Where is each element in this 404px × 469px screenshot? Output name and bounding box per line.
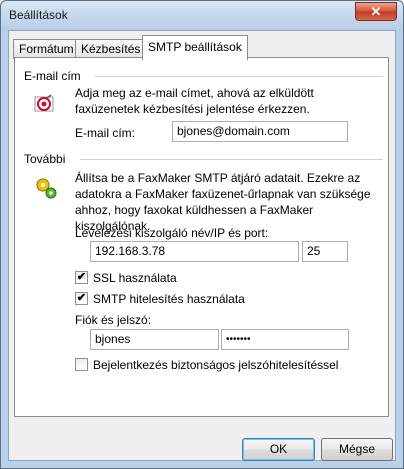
server-address-field[interactable]: 192.168.3.78 (90, 241, 299, 262)
settings-dialog: Beállítások ✕ Formátum Kézbesítés SMTP b… (0, 0, 404, 469)
ssl-label: SSL használata (93, 271, 177, 285)
gears-icon (36, 178, 57, 199)
target-mail-icon (34, 94, 54, 112)
ssl-checkbox[interactable]: ✔ (75, 271, 88, 284)
smtp-auth-label: SMTP hitelesítés használata (93, 292, 245, 306)
email-field-label: E-mail cím: (75, 126, 135, 140)
account-label: Fiók és jelszó: (75, 313, 152, 327)
close-button[interactable]: ✕ (355, 2, 397, 21)
account-field[interactable]: bjones (90, 329, 219, 350)
tab-format[interactable]: Formátum (13, 39, 80, 59)
smtp-auth-checkbox[interactable]: ✔ (75, 292, 88, 305)
window-title: Beállítások (9, 8, 68, 22)
email-section-heading: E-mail cím (24, 69, 81, 83)
tab-delivery[interactable]: Kézbesítés (75, 39, 147, 59)
password-field[interactable]: ••••••• (221, 329, 349, 350)
more-section-heading: További (24, 152, 66, 166)
server-label: Levelezési kiszolgáló név/IP és port: (75, 226, 269, 240)
cancel-button[interactable]: Mégse (321, 438, 393, 461)
tab-smtp-settings[interactable]: SMTP beállítások (142, 35, 248, 60)
secure-auth-label: Bejelentkezés biztonságos jelszóhitelesí… (93, 358, 339, 372)
title-bar[interactable]: Beállítások ✕ (1, 1, 403, 31)
ok-button[interactable]: OK (242, 438, 315, 461)
email-field[interactable]: bjones@domain.com (172, 121, 348, 142)
smtp-settings-panel: E-mail cím Adja meg az e-mail címet, aho… (14, 57, 389, 417)
dialog-body: Formátum Kézbesítés SMTP beállítások E-m… (8, 30, 396, 461)
port-field[interactable]: 25 (302, 241, 348, 262)
email-section-divider (95, 76, 383, 77)
email-description: Adja meg az e-mail címet, ahová az elkül… (75, 86, 314, 116)
secure-auth-checkbox[interactable] (75, 358, 88, 371)
more-section-divider (80, 159, 383, 160)
close-icon: ✕ (370, 4, 382, 19)
